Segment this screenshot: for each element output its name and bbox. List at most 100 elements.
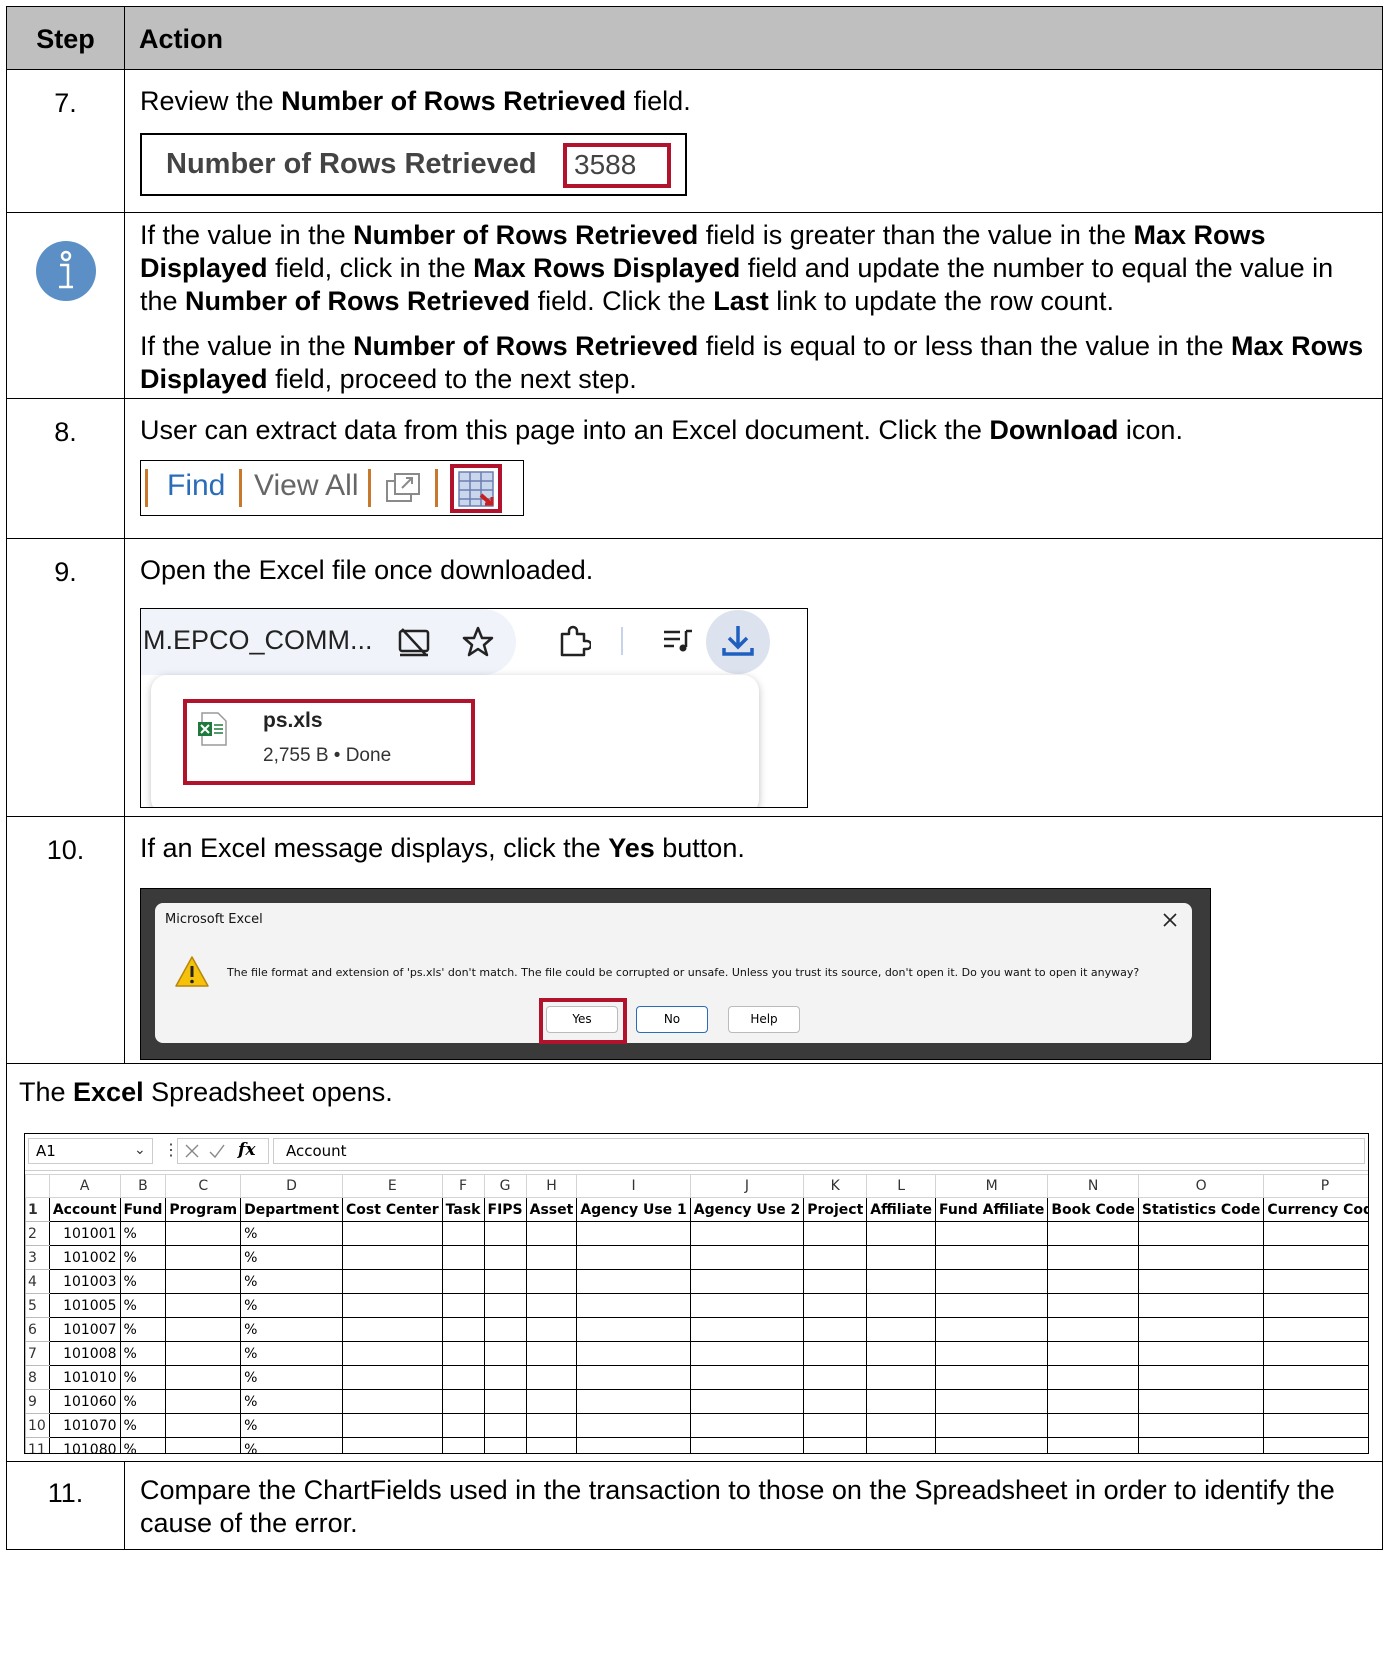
- cell[interactable]: [576, 1317, 691, 1342]
- cell[interactable]: [576, 1365, 691, 1390]
- cell[interactable]: [1047, 1413, 1139, 1438]
- cell[interactable]: [342, 1317, 443, 1342]
- cell[interactable]: [934, 1245, 1049, 1270]
- cell[interactable]: [441, 1413, 485, 1438]
- cell[interactable]: [483, 1293, 527, 1318]
- column-header[interactable]: M: [934, 1174, 1049, 1198]
- corner-cell[interactable]: [25, 1174, 50, 1198]
- row-number[interactable]: 1: [25, 1197, 50, 1222]
- formula-input[interactable]: Account: [273, 1138, 1365, 1164]
- cell[interactable]: [1047, 1365, 1139, 1390]
- chevron-down-icon[interactable]: ⌄: [134, 1141, 146, 1158]
- cell[interactable]: %: [240, 1269, 344, 1294]
- cell[interactable]: [441, 1221, 485, 1246]
- file-name[interactable]: ps.xls: [263, 709, 323, 733]
- header-cell[interactable]: Project: [803, 1197, 868, 1222]
- header-cell[interactable]: Department: [240, 1197, 344, 1222]
- close-icon[interactable]: [1161, 911, 1179, 929]
- cell[interactable]: %: [240, 1413, 344, 1438]
- cell[interactable]: [689, 1365, 805, 1390]
- cell[interactable]: [483, 1365, 527, 1390]
- cell[interactable]: %: [119, 1365, 167, 1390]
- cell[interactable]: [689, 1389, 805, 1414]
- cell[interactable]: [934, 1437, 1049, 1453]
- cell[interactable]: [1263, 1365, 1368, 1390]
- cell[interactable]: [483, 1437, 527, 1453]
- cell[interactable]: [1263, 1245, 1368, 1270]
- cell[interactable]: [576, 1389, 691, 1414]
- cell[interactable]: [1263, 1317, 1368, 1342]
- cell[interactable]: [803, 1269, 868, 1294]
- column-header[interactable]: N: [1047, 1174, 1139, 1198]
- cell[interactable]: [866, 1437, 936, 1453]
- cell[interactable]: [441, 1269, 485, 1294]
- column-header[interactable]: E: [342, 1174, 443, 1198]
- cell[interactable]: [689, 1317, 805, 1342]
- cell[interactable]: %: [119, 1437, 167, 1453]
- cell[interactable]: [165, 1269, 242, 1294]
- cell[interactable]: [525, 1413, 578, 1438]
- row-number[interactable]: 4: [25, 1269, 50, 1294]
- cell[interactable]: %: [240, 1437, 344, 1453]
- cell[interactable]: [525, 1437, 578, 1453]
- find-link[interactable]: Find: [167, 469, 225, 503]
- cell[interactable]: [576, 1341, 691, 1366]
- column-header[interactable]: L: [866, 1174, 936, 1198]
- cell[interactable]: [576, 1437, 691, 1453]
- cell[interactable]: %: [119, 1341, 167, 1366]
- cell[interactable]: [483, 1317, 527, 1342]
- cell[interactable]: [866, 1317, 936, 1342]
- cell[interactable]: [1263, 1221, 1368, 1246]
- row-number[interactable]: 7: [25, 1341, 50, 1366]
- help-button[interactable]: Help: [728, 1006, 800, 1033]
- download-icon[interactable]: [721, 623, 755, 659]
- cell[interactable]: [1263, 1341, 1368, 1366]
- row-number[interactable]: 11: [25, 1437, 50, 1453]
- cell[interactable]: [165, 1437, 242, 1453]
- column-header[interactable]: G: [483, 1174, 527, 1198]
- cell[interactable]: %: [119, 1413, 167, 1438]
- cell[interactable]: [1137, 1317, 1265, 1342]
- cell[interactable]: [483, 1269, 527, 1294]
- cell[interactable]: [1263, 1437, 1368, 1453]
- row-number[interactable]: 8: [25, 1365, 50, 1390]
- header-cell[interactable]: FIPS: [483, 1197, 527, 1222]
- cell[interactable]: [165, 1341, 242, 1366]
- excel-file-icon[interactable]: [196, 711, 228, 747]
- check-icon[interactable]: [208, 1143, 226, 1159]
- cell[interactable]: [803, 1341, 868, 1366]
- cell[interactable]: [165, 1221, 242, 1246]
- cell[interactable]: [342, 1221, 443, 1246]
- cell[interactable]: [342, 1293, 443, 1318]
- cell[interactable]: [803, 1365, 868, 1390]
- cell[interactable]: [866, 1269, 936, 1294]
- column-header[interactable]: O: [1137, 1174, 1265, 1198]
- column-header[interactable]: P: [1263, 1174, 1368, 1198]
- row-number[interactable]: 9: [25, 1389, 50, 1414]
- cell[interactable]: %: [240, 1389, 344, 1414]
- no-button[interactable]: No: [636, 1006, 708, 1033]
- cell[interactable]: [525, 1317, 578, 1342]
- cell[interactable]: 101080: [48, 1437, 121, 1453]
- row-number[interactable]: 5: [25, 1293, 50, 1318]
- cell[interactable]: [1137, 1389, 1265, 1414]
- cell[interactable]: [934, 1293, 1049, 1318]
- cell[interactable]: [342, 1245, 443, 1270]
- cell[interactable]: 101003: [48, 1269, 121, 1294]
- cell[interactable]: [1137, 1293, 1265, 1318]
- cell[interactable]: 101070: [48, 1413, 121, 1438]
- column-header[interactable]: A: [48, 1174, 121, 1198]
- header-cell[interactable]: Task: [441, 1197, 485, 1222]
- cell[interactable]: %: [240, 1221, 344, 1246]
- cell[interactable]: [689, 1245, 805, 1270]
- column-header[interactable]: H: [525, 1174, 578, 1198]
- cell[interactable]: [1047, 1389, 1139, 1414]
- cell[interactable]: [441, 1317, 485, 1342]
- cell[interactable]: [689, 1437, 805, 1453]
- cell[interactable]: [1137, 1437, 1265, 1453]
- cell[interactable]: [1263, 1389, 1368, 1414]
- cell[interactable]: [525, 1245, 578, 1270]
- column-header[interactable]: I: [576, 1174, 691, 1198]
- header-cell[interactable]: Account: [48, 1197, 121, 1222]
- cell[interactable]: [1047, 1437, 1139, 1453]
